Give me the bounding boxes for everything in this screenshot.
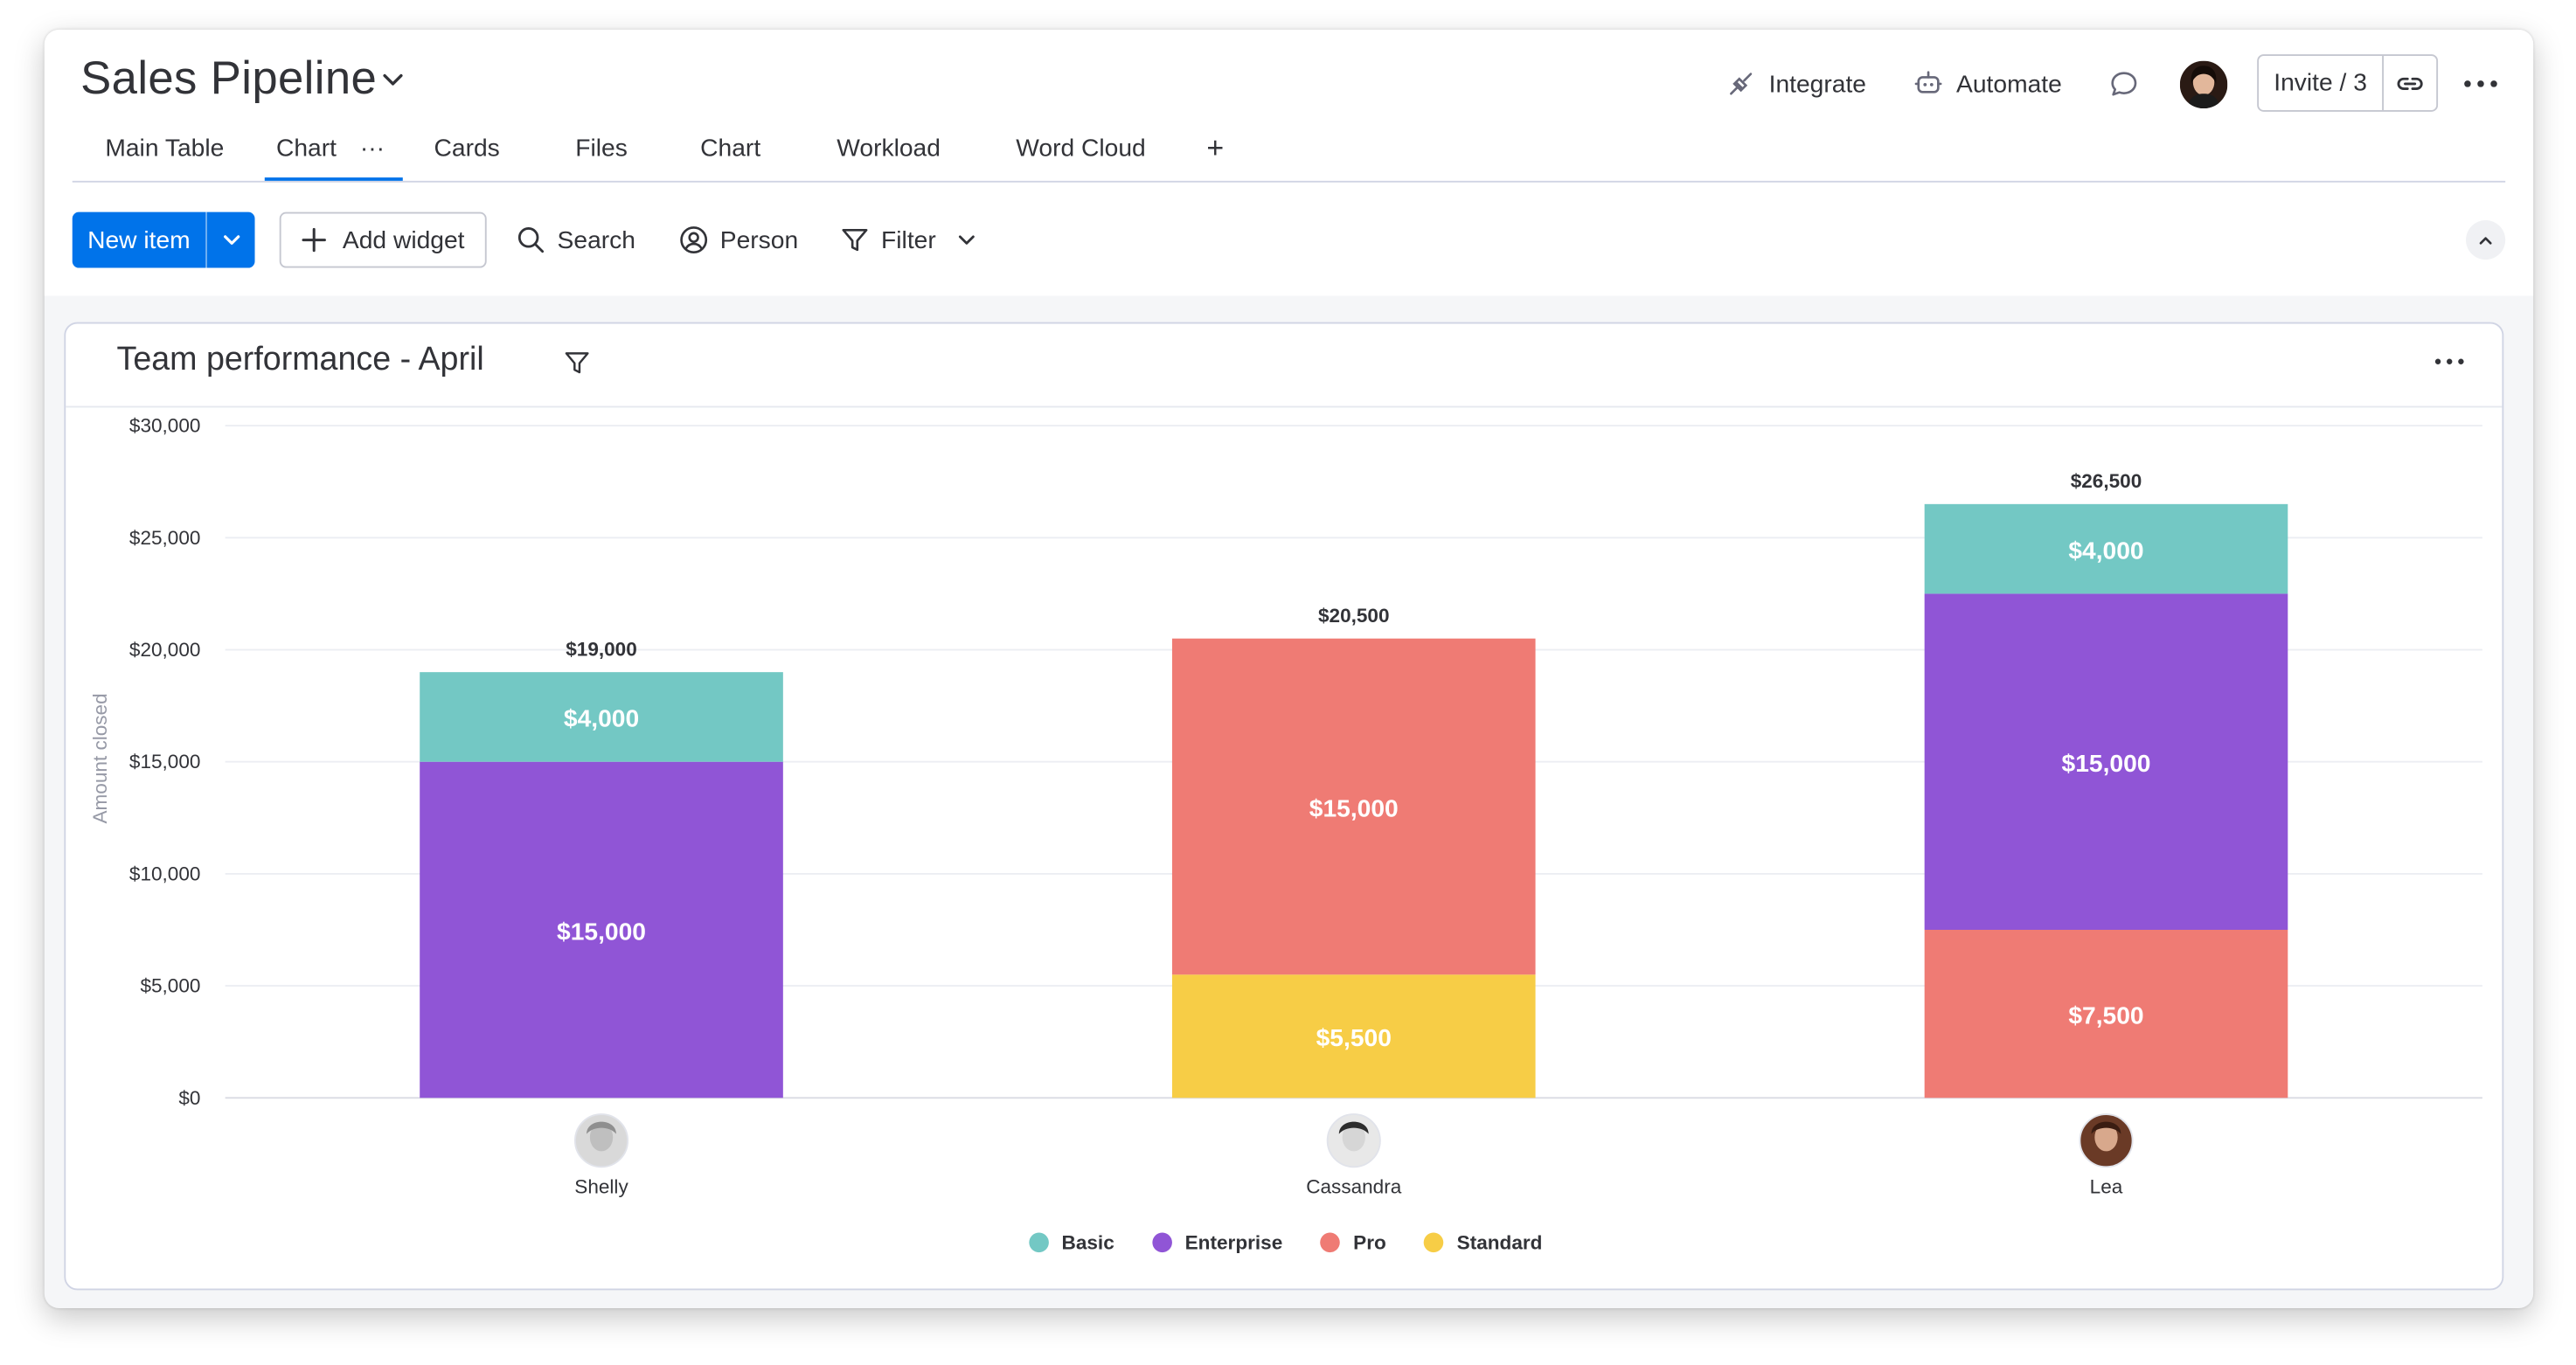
search-label: Search [557,225,635,254]
tabs-divider [72,180,2506,183]
copy-link-button[interactable] [2384,56,2436,110]
chevron-down-icon[interactable] [957,233,977,246]
legend-label: Pro [1353,1230,1386,1254]
plus-icon [302,227,327,253]
add-widget-label: Add widget [342,225,465,254]
robot-icon [1914,71,1942,94]
legend-item-pro[interactable]: Pro [1320,1230,1386,1254]
invite-group: Invite / 3 [2257,54,2439,112]
new-item-dropdown[interactable] [207,212,255,268]
y-tick-label: $15,000 [129,751,201,773]
bar-value-label: $15,000 [2062,749,2151,777]
tab-files[interactable]: Files [575,135,628,163]
chat-bubble-icon [2111,72,2137,96]
bar-value-label: $7,500 [2068,1001,2143,1029]
y-tick-label: $30,000 [129,415,201,437]
link-icon [2397,76,2423,90]
bar-total-label: $20,500 [1318,605,1390,627]
new-item-group: New item [72,211,255,268]
x-tick-label: Shelly [574,1175,628,1197]
legend-swatch [1320,1232,1341,1253]
bar-value-label: $4,000 [2068,536,2143,564]
bar-value-label: $15,000 [557,917,646,945]
tab-chart[interactable]: Chart [700,135,760,163]
filter-button[interactable]: Filter [840,224,977,257]
search-button[interactable]: Search [517,224,635,257]
integrate-label: Integrate [1768,69,1867,98]
bar-total-label: $26,500 [2071,470,2142,492]
integrate-icon [1730,73,1753,95]
add-view-icon[interactable]: + [1206,131,1224,165]
board-header: Sales Pipeline Integrate Automate Invite… [44,29,2534,296]
y-axis-label: Amount closed [89,693,111,823]
tab-main-table[interactable]: Main Table [105,135,224,163]
chart-legend: Basic Enterprise Pro Standard [66,1231,2505,1254]
y-tick-label: $0 [178,1087,200,1109]
tab-chart-active[interactable]: Chart [276,135,337,163]
y-tick-label: $20,000 [129,639,201,661]
tab-options-icon[interactable]: ··· [360,135,385,163]
legend-label: Basic [1061,1230,1114,1254]
legend-item-basic[interactable]: Basic [1028,1230,1114,1254]
legend-swatch [1028,1232,1049,1253]
chevron-down-icon[interactable] [381,73,404,89]
tab-workload[interactable]: Workload [837,135,941,163]
automate-label: Automate [1956,69,2062,98]
stacked-bar-chart: $0 $5,000 $10,000 $15,000 $20,000 $25,000 $30,… [89,415,2482,1197]
y-tick-label: $5,000 [140,975,200,997]
y-tick-label: $25,000 [129,527,201,549]
user-avatar[interactable] [2179,60,2228,109]
bar-value-label: $5,500 [1316,1023,1392,1051]
person-label: Person [719,225,799,254]
legend-item-enterprise[interactable]: Enterprise [1152,1231,1282,1254]
chevron-up-icon [2479,236,2492,244]
filter-icon [842,228,868,252]
filter-label: Filter [881,225,936,254]
collapse-header-button[interactable] [2466,220,2506,260]
automate-button[interactable]: Automate [1913,66,2062,101]
integrate-button[interactable]: Integrate [1726,66,1866,101]
updates-button[interactable] [2109,66,2139,101]
chart-widget: Team performance - April $0 $5,000 $10,000… [64,322,2505,1291]
active-tab-indicator [264,177,403,181]
invite-button[interactable]: Invite / 3 [2259,55,2385,111]
add-widget-button[interactable]: Add widget [279,211,487,268]
legend-swatch [1152,1232,1172,1253]
search-icon [517,227,545,253]
person-filter-button[interactable]: Person [679,224,798,257]
bar-total-label: $19,000 [566,638,637,660]
bar-value-label: $15,000 [1309,793,1399,821]
legend-swatch [1424,1232,1444,1253]
new-item-button[interactable]: New item [73,211,207,268]
legend-label: Enterprise [1184,1230,1283,1254]
chevron-down-icon [223,235,240,245]
board-title[interactable]: Sales Pipeline [80,52,377,105]
avatar-image [2179,60,2228,109]
legend-label: Standard [1456,1230,1543,1254]
y-tick-label: $10,000 [129,863,201,884]
x-tick-label: Cassandra [1306,1175,1401,1197]
tab-cards[interactable]: Cards [434,135,500,163]
legend-item-standard[interactable]: Standard [1424,1231,1542,1254]
person-icon [680,226,708,254]
tab-word-cloud[interactable]: Word Cloud [1016,135,1145,163]
bar-value-label: $4,000 [564,704,639,732]
more-options-icon[interactable] [2461,69,2500,99]
app-window: Sales Pipeline Integrate Automate Invite… [44,29,2534,1309]
x-tick-label: Lea [2090,1175,2123,1197]
